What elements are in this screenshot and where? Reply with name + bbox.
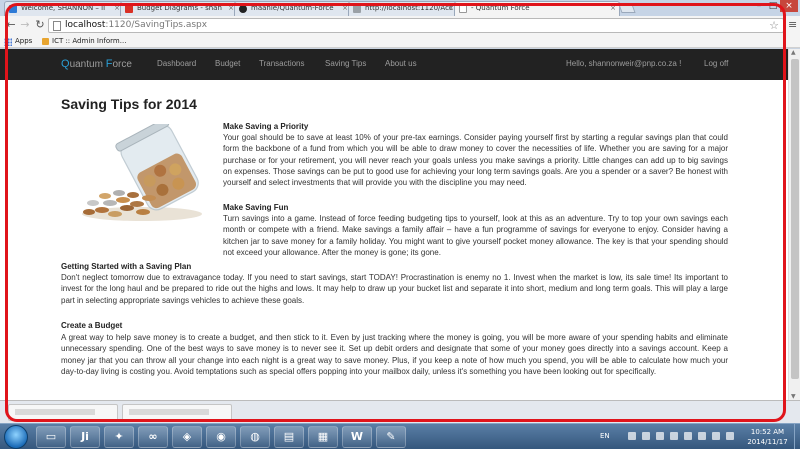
nav-dashboard[interactable]: Dashboard	[157, 59, 196, 68]
brand-text: uantum	[69, 59, 106, 70]
browser-tab[interactable]: Welcome, SHANNON – li ×	[4, 1, 124, 16]
app-icon[interactable]: ◈	[172, 426, 202, 448]
browser-tab-active[interactable]: - Quantum Force ×	[454, 1, 620, 16]
brand-logo[interactable]: Quantum Force	[61, 58, 132, 70]
close-tab-icon[interactable]: ×	[610, 2, 616, 15]
section-make-saving-fun: Make Saving Fun Turn savings into a game…	[223, 203, 728, 258]
brand-text: orce	[112, 59, 132, 70]
section-heading: Make Saving Fun	[223, 203, 289, 212]
nav-transactions[interactable]: Transactions	[259, 59, 305, 68]
chrome-icon[interactable]: ◉	[206, 426, 236, 448]
browser-tab[interactable]: maanie/Quantum-Force ×	[234, 1, 352, 16]
scrollbar-thumb[interactable]	[791, 59, 799, 379]
windows-taskbar: ▭ Ji ✦ ∞ ◈ ◉ ◍ ▤ ▦ W ✎ EN 10:52 AM 2014/…	[0, 423, 800, 449]
url-text[interactable]: localhost:1120/SavingTips.aspx	[65, 19, 207, 32]
address-bar[interactable]: localhost:1120/SavingTips.aspx ☆	[48, 18, 784, 33]
show-desktop-button[interactable]	[794, 424, 800, 449]
page-scrollbar[interactable]: ▲ ▼	[788, 49, 800, 400]
tray-icon[interactable]	[670, 432, 678, 440]
scroll-up-icon[interactable]: ▲	[791, 49, 796, 56]
nav-budget[interactable]: Budget	[215, 59, 240, 68]
network-icon[interactable]	[684, 432, 692, 440]
bookmarks-bar: Apps ICT :: Admin Inform...	[0, 35, 800, 48]
section-body: Turn savings into a game. Instead of for…	[223, 214, 728, 257]
language-indicator[interactable]: EN	[600, 432, 610, 440]
tray-icon[interactable]	[628, 432, 636, 440]
apps-grid-icon[interactable]	[4, 38, 12, 46]
power-icon[interactable]	[726, 432, 734, 440]
main-content: Saving Tips for 2014 Make Saving a Prior…	[61, 96, 728, 376]
section-heading: Make Saving a Priority	[223, 122, 309, 131]
tab-title: maanie/Quantum-Force	[251, 4, 334, 12]
nav-about-us[interactable]: About us	[385, 59, 417, 68]
ji-app-icon[interactable]: Ji	[70, 426, 100, 448]
browser-menu-icon[interactable]: ≡	[788, 18, 797, 31]
page-title: Saving Tips for 2014	[61, 96, 197, 112]
scroll-down-icon[interactable]: ▼	[791, 393, 796, 400]
app-icon[interactable]: ▦	[308, 426, 338, 448]
page-icon	[53, 21, 61, 31]
tab-title: - Quantum Force	[471, 4, 530, 12]
section-heading: Create a Budget	[61, 321, 123, 330]
section-body: Don't neglect tomorrow due to extravagan…	[61, 273, 728, 305]
browser-toolbar: ← → ↻ localhost:1120/SavingTips.aspx ☆	[0, 16, 800, 35]
web-page: Quantum Force Dashboard Budget Transacti…	[0, 49, 788, 400]
tab-favicon-icon	[9, 5, 17, 13]
new-tab-button[interactable]	[618, 4, 636, 13]
browser-tab[interactable]: http://localhost:1120/Acc ×	[348, 1, 458, 16]
tab-title: Budget Diagrams - shan	[137, 4, 222, 12]
bookmark-icon	[42, 38, 49, 45]
github-favicon-icon	[239, 5, 247, 13]
gmail-favicon-icon	[125, 5, 133, 13]
start-button[interactable]	[4, 425, 28, 449]
word-icon[interactable]: W	[342, 426, 372, 448]
tray-icon[interactable]	[656, 432, 664, 440]
clock-time: 10:52 AM	[750, 428, 785, 436]
section-make-saving-priority: Make Saving a Priority Your goal should …	[223, 122, 728, 188]
section-getting-started: Getting Started with a Saving Plan Don't…	[61, 262, 728, 306]
maximize-icon[interactable]: □	[766, 0, 780, 12]
site-navbar: Quantum Force Dashboard Budget Transacti…	[0, 49, 788, 80]
app-icon[interactable]: ✦	[104, 426, 134, 448]
tab-strip: Welcome, SHANNON – li × Budget Diagrams …	[0, 0, 800, 16]
back-arrow-icon[interactable]: ←	[4, 18, 18, 32]
download-item[interactable]	[122, 404, 232, 421]
download-item[interactable]	[8, 404, 118, 421]
minimize-icon[interactable]: –	[752, 0, 766, 12]
url-host: localhost	[65, 20, 106, 30]
tab-title: Welcome, SHANNON – li	[21, 4, 106, 12]
coin-jar-image	[82, 124, 202, 221]
section-body: Your goal should be to save at least 10%…	[223, 133, 728, 188]
browser-tab[interactable]: Budget Diagrams - shan ×	[120, 1, 238, 16]
app-icon[interactable]: ◍	[240, 426, 270, 448]
page-favicon-icon	[353, 5, 361, 13]
app-icon[interactable]: ▤	[274, 426, 304, 448]
flag-icon[interactable]	[698, 432, 706, 440]
downloads-shelf	[0, 400, 800, 423]
app-icon[interactable]: ✎	[376, 426, 406, 448]
nav-saving-tips[interactable]: Saving Tips	[325, 59, 366, 68]
visual-studio-icon[interactable]: ∞	[138, 426, 168, 448]
tray-icon[interactable]	[642, 432, 650, 440]
section-heading: Getting Started with a Saving Plan	[61, 262, 192, 271]
page-favicon-icon	[459, 5, 467, 13]
volume-icon[interactable]	[712, 432, 720, 440]
logoff-link[interactable]: Log off	[704, 59, 728, 68]
user-greeting-link[interactable]: Hello, shannonweir@pnp.co.za !	[566, 59, 681, 68]
bookmark-ict-admin[interactable]: ICT :: Admin Inform...	[52, 35, 126, 48]
window-close-icon[interactable]: ×	[780, 0, 798, 12]
explorer-icon[interactable]: ▭	[36, 426, 66, 448]
bookmark-apps[interactable]: Apps	[15, 35, 32, 48]
system-clock[interactable]: 10:52 AM 2014/11/17	[745, 427, 790, 447]
url-path: :1120/SavingTips.aspx	[105, 20, 208, 30]
forward-arrow-icon[interactable]: →	[18, 18, 32, 32]
clock-date: 2014/11/17	[747, 438, 788, 446]
tab-title: http://localhost:1120/Acc	[365, 4, 453, 12]
reload-icon[interactable]: ↻	[33, 18, 47, 32]
section-body: A great way to help save money is to cre…	[61, 333, 728, 376]
brand-q: Q	[61, 58, 70, 70]
bookmark-star-icon[interactable]: ☆	[769, 19, 779, 32]
section-create-budget: Create a Budget A great way to help save…	[61, 321, 728, 377]
